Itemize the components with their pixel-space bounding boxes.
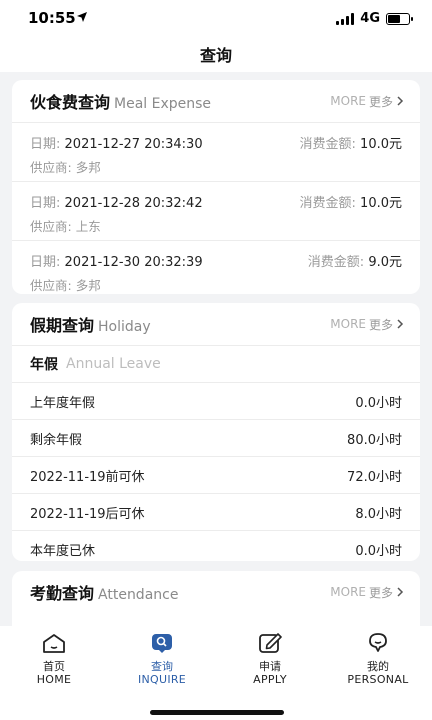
- meal-supplier: 多邦: [75, 278, 101, 293]
- meal-amount: 10.0元: [360, 137, 402, 152]
- person-icon: [369, 633, 387, 652]
- holiday-row-value: 0.0小时: [355, 395, 402, 411]
- meal-card-header: 伙食费查询 Meal Expense MORE 更多: [12, 80, 420, 123]
- home-indicator: [150, 710, 284, 715]
- location-arrow-icon: [77, 12, 87, 22]
- supplier-label: 供应商:: [30, 219, 72, 234]
- holiday-row-value: 0.0小时: [355, 543, 402, 559]
- holiday-row-label: 本年度已休: [30, 543, 96, 559]
- inquire-icon: [152, 634, 172, 653]
- date-label: 日期:: [30, 137, 61, 152]
- meal-date: 2021-12-28 20:32:42: [64, 196, 203, 211]
- holiday-card-header: 假期查询 Holiday MORE 更多: [12, 303, 420, 346]
- meal-amount: 9.0元: [368, 255, 402, 270]
- tab-inquire-en: INQUIRE: [137, 673, 187, 686]
- tab-personal-cn: 我的: [367, 660, 389, 673]
- date-label: 日期:: [30, 255, 61, 270]
- holiday-more-link[interactable]: MORE 更多: [330, 316, 404, 333]
- tab-home[interactable]: 首页 HOME: [4, 632, 104, 686]
- more-cn: 更多: [368, 94, 393, 109]
- attendance-card-header: 考勤查询 Attendance MORE 更多: [12, 571, 420, 613]
- meal-date: 2021-12-30 20:32:39: [64, 255, 203, 270]
- meal-more-link[interactable]: MORE 更多: [330, 93, 404, 110]
- signal-icon: [336, 12, 355, 25]
- holiday-row: 2022-11-19后可休 8.0小时: [12, 494, 420, 531]
- holiday-row: 剩余年假 80.0小时: [12, 420, 420, 457]
- tab-personal-en: PERSONAL: [347, 673, 409, 686]
- meal-expense-card: 伙食费查询 Meal Expense MORE 更多 日期: 2021-12-27 …: [12, 80, 420, 294]
- holiday-row-label: 上年度年假: [30, 395, 96, 411]
- holiday-row: 上年度年假 0.0小时: [12, 383, 420, 420]
- more-cn: 更多: [368, 585, 393, 600]
- chevron-right-icon: [397, 96, 404, 106]
- meal-title: 伙食费查询: [30, 93, 111, 112]
- chevron-right-icon: [397, 319, 404, 329]
- edit-icon: [259, 633, 282, 653]
- meal-amount: 10.0元: [360, 196, 402, 211]
- battery-icon: [386, 12, 413, 25]
- holiday-row-value: 80.0小时: [347, 432, 402, 448]
- annual-leave-title-en: Annual Leave: [66, 356, 161, 372]
- meal-record[interactable]: 日期: 2021-12-30 20:32:39 消费金额: 9.0元 供应商: …: [12, 241, 420, 299]
- meal-record[interactable]: 日期: 2021-12-28 20:32:42 消费金额: 10.0元 供应商:…: [12, 182, 420, 241]
- holiday-row-value: 8.0小时: [355, 506, 402, 522]
- holiday-row-label: 2022-11-19前可休: [30, 469, 145, 485]
- attendance-title: 考勤查询: [30, 584, 95, 603]
- amount-label: 消费金额:: [307, 255, 365, 270]
- supplier-label: 供应商:: [30, 278, 72, 293]
- annual-leave-title: 年假: [30, 357, 58, 373]
- network-type: 4G: [360, 11, 380, 26]
- tab-apply-en: APPLY: [253, 673, 287, 686]
- tab-inquire[interactable]: 查询 INQUIRE: [112, 632, 212, 686]
- holiday-list: 上年度年假 0.0小时 剩余年假 80.0小时 2022-11-19前可休 72.0小…: [12, 383, 420, 567]
- holiday-title: 假期查询: [30, 316, 95, 335]
- meal-record[interactable]: 日期: 2021-12-27 20:34:30 消费金额: 10.0元 供应商:…: [12, 123, 420, 182]
- tab-home-cn: 首页: [43, 660, 65, 673]
- amount-label: 消费金额:: [299, 137, 356, 152]
- tab-apply-cn: 申请: [259, 660, 281, 673]
- tab-home-en: HOME: [36, 673, 72, 686]
- page-title: 查询: [199, 46, 232, 65]
- holiday-row: 本年度已休 0.0小时: [12, 531, 420, 567]
- holiday-row-label: 2022-11-19后可休: [30, 506, 145, 522]
- tab-inquire-cn: 查询: [151, 660, 173, 673]
- supplier-label: 供应商:: [30, 160, 72, 175]
- meal-supplier: 多邦: [75, 160, 101, 175]
- more-en: MORE: [330, 585, 366, 599]
- meal-title-en: Meal Expense: [114, 96, 212, 112]
- annual-leave-header: 年假 Annual Leave: [12, 346, 420, 383]
- tab-personal[interactable]: 我的 PERSONAL: [328, 632, 428, 686]
- amount-label: 消费金额:: [299, 196, 356, 211]
- home-icon: [43, 634, 65, 653]
- date-label: 日期:: [30, 196, 61, 211]
- nav-bar: 查询: [0, 36, 432, 72]
- tab-bar: 首页 HOME 查询 INQUIRE 申请 APPLY 我的 PERSONAL: [0, 626, 432, 720]
- more-en: MORE: [330, 317, 366, 331]
- more-en: MORE: [330, 94, 366, 108]
- status-bar: 10:55 4G: [0, 0, 432, 36]
- attendance-more-link[interactable]: MORE 更多: [330, 584, 404, 601]
- more-cn: 更多: [368, 317, 393, 332]
- holiday-row: 2022-11-19前可休 72.0小时: [12, 457, 420, 494]
- status-time: 10:55: [28, 9, 76, 27]
- meal-record-list: 日期: 2021-12-27 20:34:30 消费金额: 10.0元 供应商:…: [12, 123, 420, 299]
- holiday-row-value: 72.0小时: [347, 469, 402, 485]
- holiday-row-label: 剩余年假: [30, 432, 83, 448]
- attendance-title-en: Attendance: [98, 587, 179, 603]
- tab-apply[interactable]: 申请 APPLY: [220, 632, 320, 686]
- chevron-right-icon: [397, 587, 404, 597]
- meal-date: 2021-12-27 20:34:30: [64, 137, 203, 152]
- holiday-card: 假期查询 Holiday MORE 更多 年假 Annual Leave 上年度年假…: [12, 303, 420, 561]
- meal-supplier: 上东: [75, 219, 101, 234]
- holiday-title-en: Holiday: [98, 319, 151, 335]
